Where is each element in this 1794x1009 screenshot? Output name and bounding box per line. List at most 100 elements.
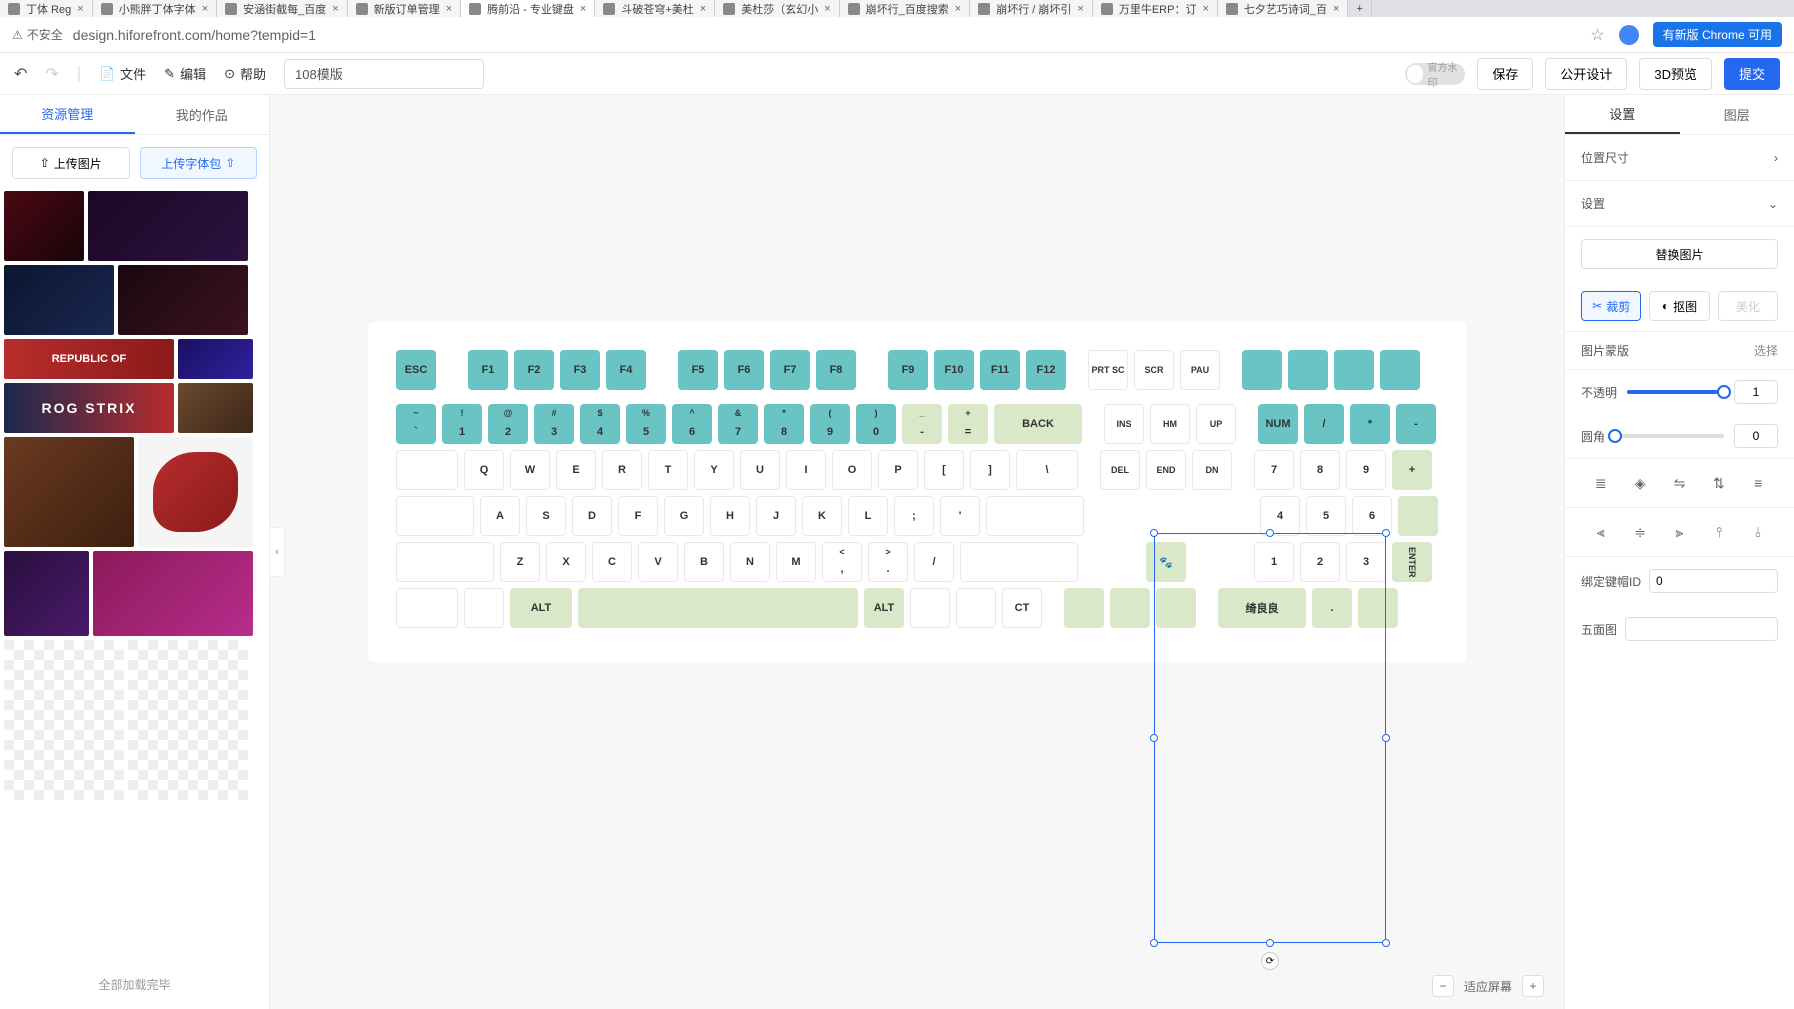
- key-5[interactable]: %5: [626, 404, 666, 444]
- key-h[interactable]: H: [710, 496, 750, 536]
- key-bslash[interactable]: \: [1016, 450, 1078, 490]
- undo-button[interactable]: ↶: [14, 64, 27, 84]
- align-bottom-icon[interactable]: ⫰: [1746, 520, 1770, 544]
- close-icon[interactable]: ×: [824, 3, 830, 15]
- radius-input[interactable]: [1734, 424, 1778, 448]
- key-blank[interactable]: [1288, 350, 1328, 390]
- key-hm[interactable]: HM: [1150, 404, 1190, 444]
- new-tab-button[interactable]: +: [1348, 0, 1371, 17]
- key-npplus2[interactable]: [1398, 496, 1438, 536]
- key-m[interactable]: M: [776, 542, 816, 582]
- layer-center-icon[interactable]: ◈: [1628, 471, 1652, 495]
- replace-image-button[interactable]: 替换图片: [1581, 239, 1778, 269]
- key-enter[interactable]: [986, 496, 1084, 536]
- preview-3d-button[interactable]: 3D预览: [1639, 58, 1712, 90]
- key-esc[interactable]: ESC: [396, 350, 436, 390]
- key-c[interactable]: C: [592, 542, 632, 582]
- key-lbrk[interactable]: [: [924, 450, 964, 490]
- close-icon[interactable]: ×: [955, 3, 961, 15]
- gallery-thumb[interactable]: [88, 191, 248, 261]
- key-comma[interactable]: <,: [822, 542, 862, 582]
- key-a[interactable]: A: [480, 496, 520, 536]
- key-sub[interactable]: -: [1396, 404, 1436, 444]
- key-r[interactable]: R: [602, 450, 642, 490]
- browser-tab[interactable]: 安涵街截每_百度×: [217, 0, 348, 17]
- key-g[interactable]: G: [664, 496, 704, 536]
- key-del[interactable]: DEL: [1100, 450, 1140, 490]
- key-p[interactable]: P: [878, 450, 918, 490]
- flip-v-icon[interactable]: ⇅: [1707, 471, 1731, 495]
- close-icon[interactable]: ×: [1077, 3, 1083, 15]
- key-s[interactable]: S: [526, 496, 566, 536]
- zoom-in-button[interactable]: +: [1522, 975, 1544, 997]
- key-down[interactable]: [1110, 588, 1150, 628]
- key-minus[interactable]: _-: [902, 404, 942, 444]
- tab-settings[interactable]: 设置: [1565, 95, 1680, 134]
- help-menu[interactable]: ⊙ 帮助: [224, 64, 266, 83]
- close-icon[interactable]: ×: [700, 3, 706, 15]
- key-1[interactable]: !1: [442, 404, 482, 444]
- key-pau[interactable]: PAU: [1180, 350, 1220, 390]
- key-f9[interactable]: F9: [888, 350, 928, 390]
- gallery-thumb[interactable]: [178, 383, 253, 433]
- mask-select-link[interactable]: 选择: [1754, 342, 1778, 359]
- opacity-slider[interactable]: [1627, 390, 1724, 394]
- key-j[interactable]: J: [756, 496, 796, 536]
- browser-tab[interactable]: 美杜莎（玄幻小×: [715, 0, 839, 17]
- gallery-thumb[interactable]: [4, 265, 114, 335]
- key-npplus[interactable]: +: [1392, 450, 1432, 490]
- key-rshift[interactable]: [960, 542, 1078, 582]
- close-icon[interactable]: ×: [1202, 3, 1208, 15]
- key-end[interactable]: END: [1146, 450, 1186, 490]
- close-icon[interactable]: ×: [580, 3, 586, 15]
- tab-layers[interactable]: 图层: [1680, 95, 1794, 134]
- key-quote[interactable]: ': [940, 496, 980, 536]
- key-7[interactable]: &7: [718, 404, 758, 444]
- browser-tab[interactable]: 丁体 Reg×: [0, 0, 93, 17]
- opacity-input[interactable]: [1734, 380, 1778, 404]
- key-slash[interactable]: /: [914, 542, 954, 582]
- key-0[interactable]: )0: [856, 404, 896, 444]
- five-side-input[interactable]: [1625, 617, 1778, 641]
- key-equals[interactable]: +=: [948, 404, 988, 444]
- key-o[interactable]: O: [832, 450, 872, 490]
- key-tilde[interactable]: ~`: [396, 404, 436, 444]
- chrome-update-button[interactable]: 有新版 Chrome 可用: [1653, 22, 1782, 47]
- key-l[interactable]: L: [848, 496, 888, 536]
- key-semi[interactable]: ;: [894, 496, 934, 536]
- url-text[interactable]: design.hiforefront.com/home?tempid=1: [73, 27, 316, 43]
- key-mul[interactable]: *: [1350, 404, 1390, 444]
- key-f8[interactable]: F8: [816, 350, 856, 390]
- edit-menu[interactable]: ✎ 编辑: [164, 64, 206, 83]
- key-blank[interactable]: [1334, 350, 1374, 390]
- key-lalt[interactable]: ALT: [510, 588, 572, 628]
- save-button[interactable]: 保存: [1477, 58, 1533, 90]
- key-k[interactable]: K: [802, 496, 842, 536]
- key-tab[interactable]: [396, 450, 458, 490]
- key-z[interactable]: Z: [500, 542, 540, 582]
- gallery-thumb[interactable]: REPUBLIC OF: [4, 339, 174, 379]
- key-npenter[interactable]: ENTER: [1392, 542, 1432, 582]
- browser-tab[interactable]: 小熊胖丁体字体×: [93, 0, 217, 17]
- gallery-thumb[interactable]: [128, 640, 248, 800]
- browser-tab[interactable]: 崩坏行 / 崩坏引×: [970, 0, 1093, 17]
- key-f3[interactable]: F3: [560, 350, 600, 390]
- bind-id-input[interactable]: [1649, 569, 1778, 593]
- key-9[interactable]: (9: [810, 404, 850, 444]
- gallery-thumb[interactable]: [4, 551, 89, 636]
- key-lctrl[interactable]: [396, 588, 458, 628]
- align-left-icon[interactable]: ⫷: [1589, 520, 1613, 544]
- key-3[interactable]: #3: [534, 404, 574, 444]
- submit-button[interactable]: 提交: [1724, 58, 1780, 90]
- section-position-size[interactable]: 位置尺寸›: [1565, 135, 1794, 181]
- align-top-icon[interactable]: ⫯: [1707, 520, 1731, 544]
- key-f11[interactable]: F11: [980, 350, 1020, 390]
- close-icon[interactable]: ×: [77, 3, 83, 15]
- tab-resource-manage[interactable]: 资源管理: [0, 95, 135, 134]
- key-dn[interactable]: DN: [1192, 450, 1232, 490]
- key-8[interactable]: *8: [764, 404, 804, 444]
- key-f2[interactable]: F2: [514, 350, 554, 390]
- gallery-thumb[interactable]: ROG STRIX: [4, 383, 174, 433]
- key-menu[interactable]: [956, 588, 996, 628]
- key-fn[interactable]: [910, 588, 950, 628]
